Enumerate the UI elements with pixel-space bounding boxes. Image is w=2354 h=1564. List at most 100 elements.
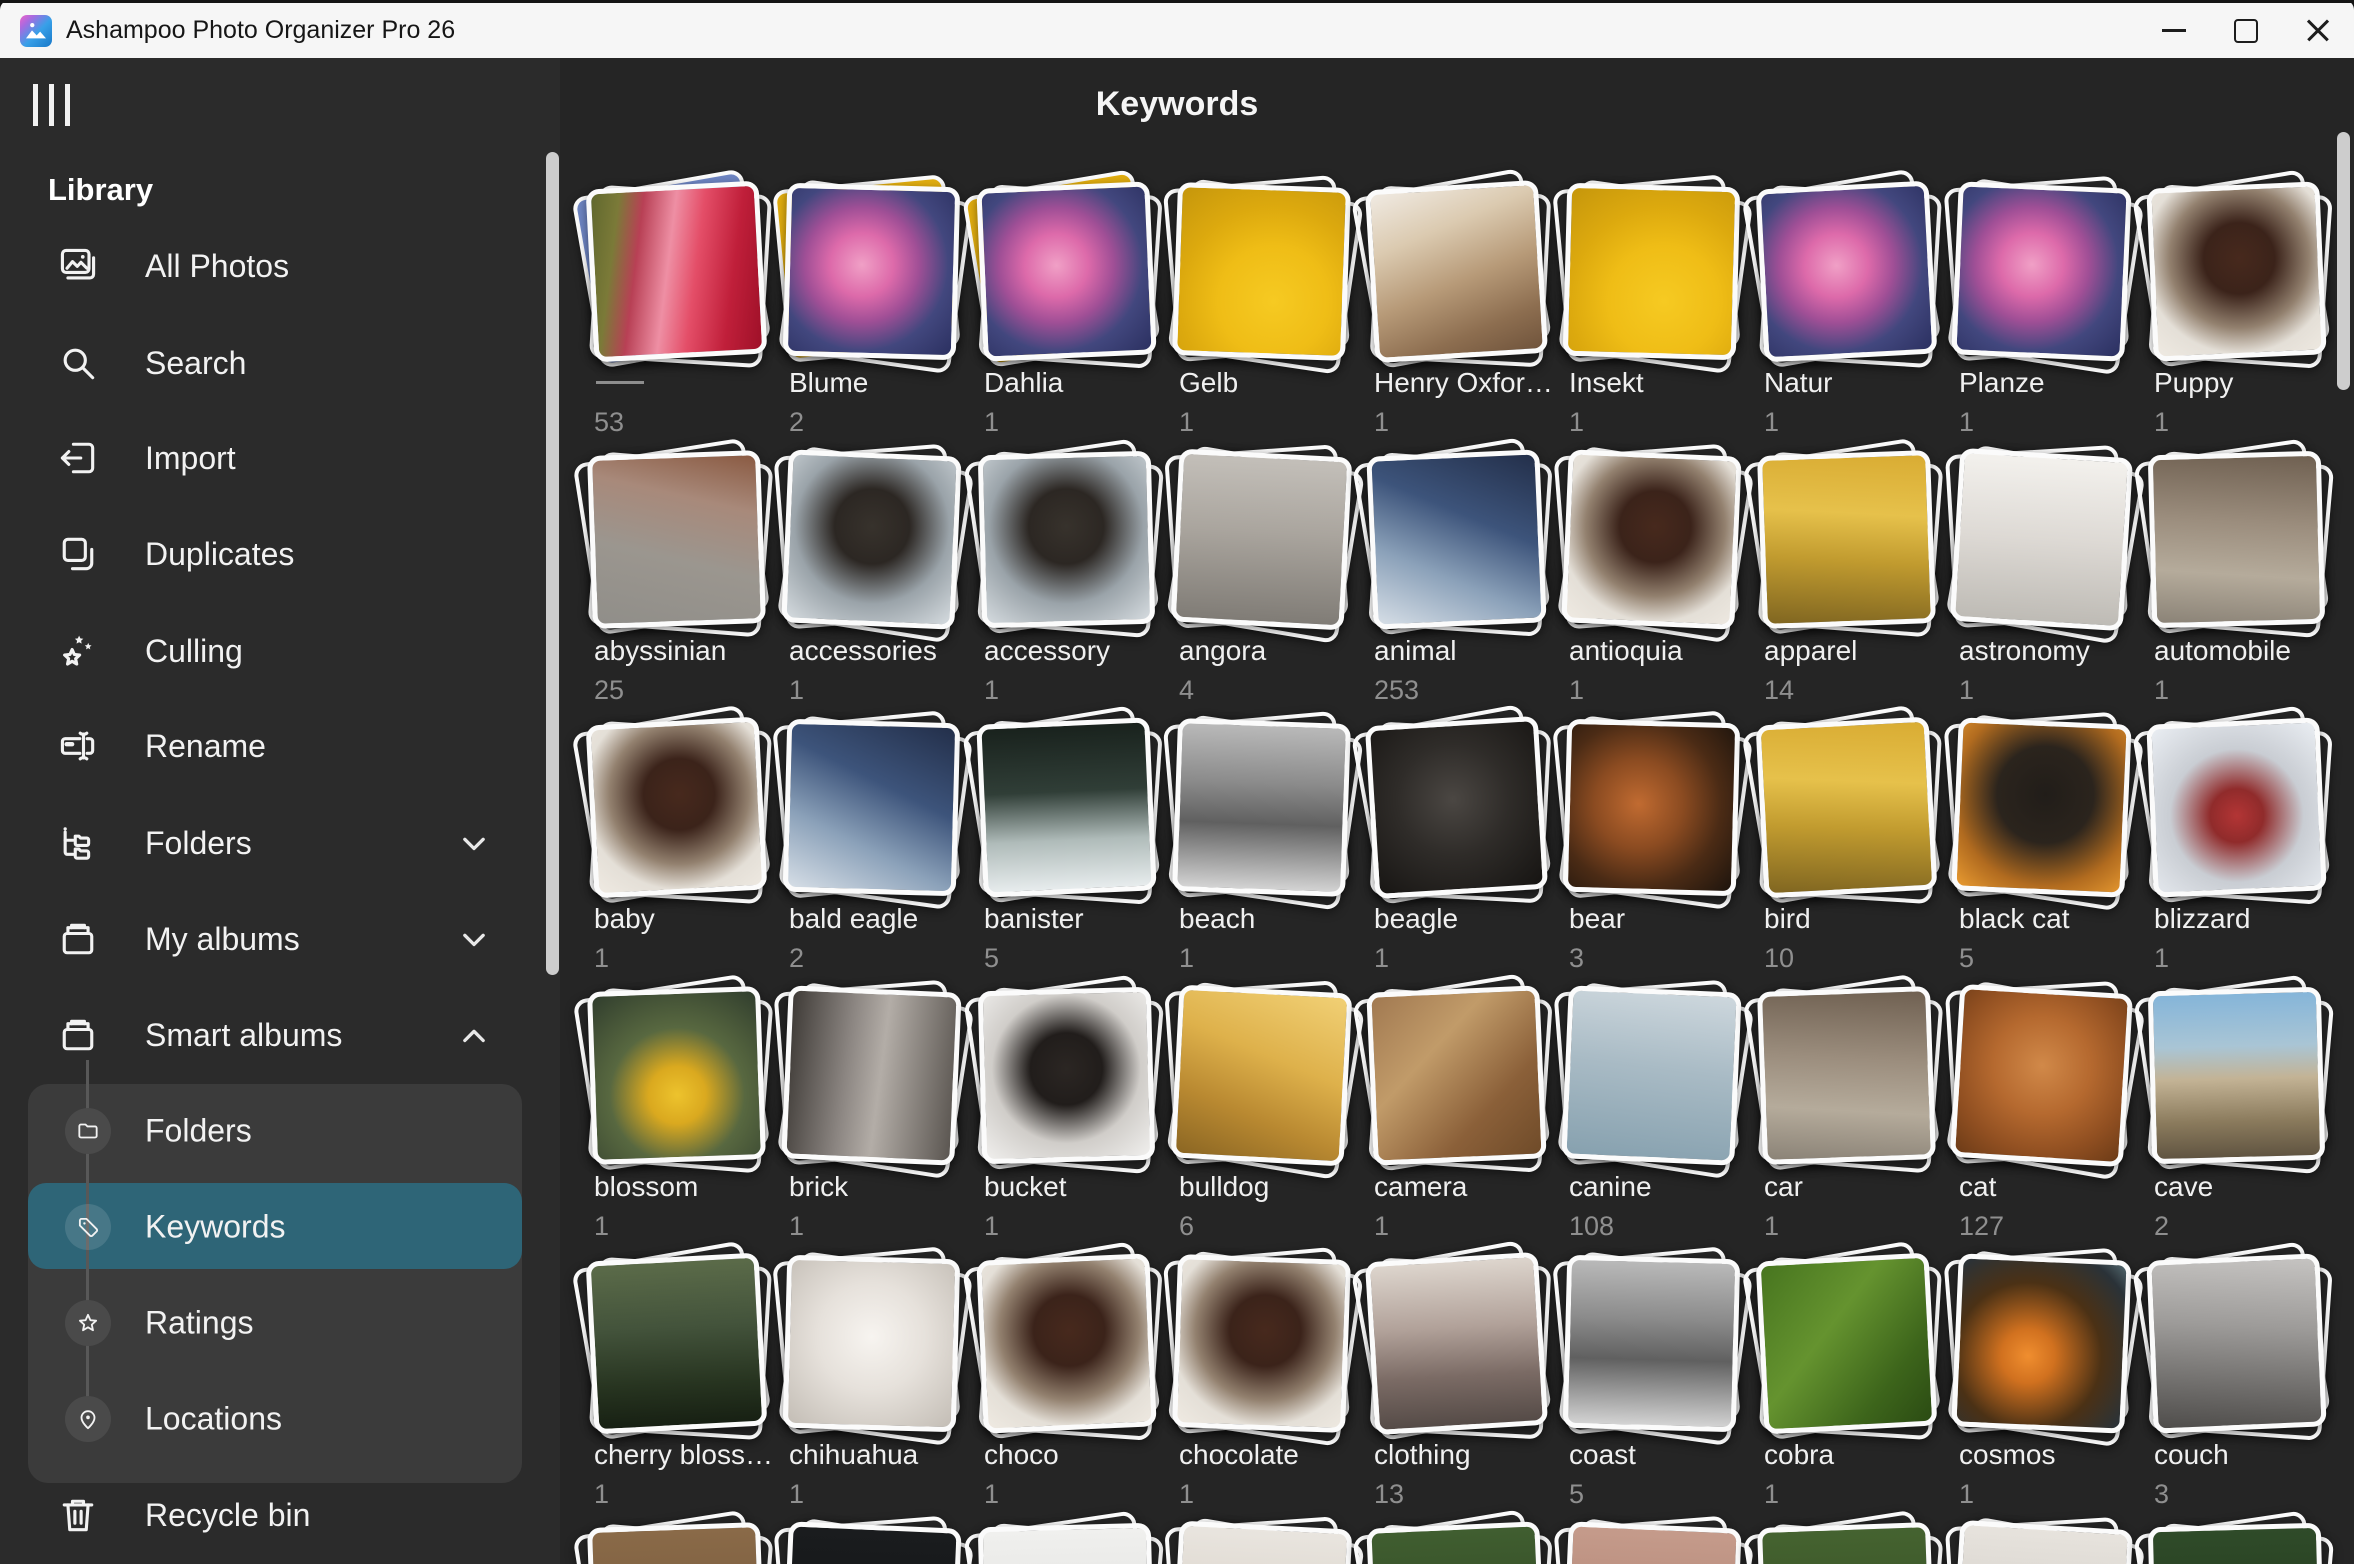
photo-stack: [1760, 1257, 1933, 1430]
sidebar-item-duplicates[interactable]: Duplicates: [0, 522, 540, 586]
keyword-tile[interactable]: cave 2: [2150, 989, 2345, 1257]
keyword-tile[interactable]: [1370, 1525, 1565, 1564]
maximize-button[interactable]: [2210, 3, 2282, 58]
keyword-tile[interactable]: cat 127: [1955, 989, 2150, 1257]
sidebar-item-import[interactable]: Import: [0, 426, 540, 490]
photo-thumbnail: [2148, 987, 2325, 1164]
duplicates-icon: [56, 532, 100, 576]
keyword-tile[interactable]: cosmos 1: [1955, 1257, 2150, 1525]
keyword-label: camera: [1374, 1171, 1467, 1203]
keyword-tile[interactable]: [2150, 1525, 2345, 1564]
photo-thumbnail: [587, 986, 766, 1165]
sidebar-item-culling[interactable]: Culling: [0, 619, 540, 683]
keyword-tile[interactable]: animal 253: [1370, 453, 1565, 721]
keyword-tile[interactable]: Planze 1: [1955, 185, 2150, 453]
sidebar-item-smart-folders[interactable]: Folders: [0, 1099, 540, 1163]
sidebar-item-search[interactable]: Search: [0, 331, 540, 395]
minimize-button[interactable]: [2138, 3, 2210, 58]
keyword-tile[interactable]: 53: [590, 185, 785, 453]
chevron-up-icon[interactable]: [452, 1013, 496, 1057]
photo-stack: [785, 1525, 958, 1564]
keyword-tile[interactable]: [1175, 1525, 1370, 1564]
keyword-tile[interactable]: Dahlia 1: [980, 185, 1175, 453]
photo-stack: [1370, 453, 1543, 626]
photo-stack: [785, 453, 958, 626]
keyword-tile[interactable]: banister 5: [980, 721, 1175, 989]
photo-thumbnail: [978, 451, 1155, 628]
keyword-tile[interactable]: [1955, 1525, 2150, 1564]
photo-stack: [1565, 453, 1738, 626]
keyword-tile[interactable]: [590, 1525, 785, 1564]
keyword-tile[interactable]: bucket 1: [980, 989, 1175, 1257]
keyword-tile[interactable]: abyssinian 25: [590, 453, 785, 721]
keyword-tile[interactable]: clothing 13: [1370, 1257, 1565, 1525]
keyword-count: 5: [984, 943, 999, 974]
keyword-tile[interactable]: [1565, 1525, 1760, 1564]
sidebar-item-rename[interactable]: Rename: [0, 714, 540, 778]
keyword-tile[interactable]: Insekt 1: [1565, 185, 1760, 453]
keyword-tile[interactable]: blossom 1: [590, 989, 785, 1257]
keyword-count: 1: [1179, 1479, 1194, 1510]
keyword-tile[interactable]: apparel 14: [1760, 453, 1955, 721]
sidebar-item-smart-keywords[interactable]: Keywords: [0, 1195, 540, 1259]
keyword-tile[interactable]: bulldog 6: [1175, 989, 1370, 1257]
sidebar-item-my-albums[interactable]: My albums: [0, 907, 540, 971]
sidebar-item-smart-ratings[interactable]: Ratings: [0, 1291, 540, 1355]
chevron-down-icon[interactable]: [452, 917, 496, 961]
keyword-tile[interactable]: car 1: [1760, 989, 1955, 1257]
keyword-tile[interactable]: camera 1: [1370, 989, 1565, 1257]
keyword-tile[interactable]: cherry bloss… 1: [590, 1257, 785, 1525]
keyword-tile[interactable]: automobile 1: [2150, 453, 2345, 721]
close-button[interactable]: [2282, 3, 2354, 58]
keyword-tile[interactable]: angora 4: [1175, 453, 1370, 721]
keyword-tile[interactable]: blizzard 1: [2150, 721, 2345, 989]
keyword-tile[interactable]: Puppy 1: [2150, 185, 2345, 453]
grid-scrollbar-thumb[interactable]: [2337, 132, 2350, 390]
photo-thumbnail: [1563, 183, 1740, 360]
keyword-tile[interactable]: [980, 1525, 1175, 1564]
keyword-tile[interactable]: antioquia 1: [1565, 453, 1760, 721]
keyword-tile[interactable]: beach 1: [1175, 721, 1370, 989]
keyword-tile[interactable]: [785, 1525, 980, 1564]
photo-stack: [590, 989, 763, 1162]
sidebar-item-folders[interactable]: Folders: [0, 811, 540, 875]
keyword-tile[interactable]: chocolate 1: [1175, 1257, 1370, 1525]
sidebar-item-recycle-bin[interactable]: Recycle bin: [0, 1483, 540, 1547]
keyword-tile[interactable]: canine 108: [1565, 989, 1760, 1257]
keyword-tile[interactable]: Gelb 1: [1175, 185, 1370, 453]
keyword-tile[interactable]: brick 1: [785, 989, 980, 1257]
keyword-label: Natur: [1764, 367, 1832, 399]
keyword-tile[interactable]: beagle 1: [1370, 721, 1565, 989]
keyword-tile[interactable]: chihuahua 1: [785, 1257, 980, 1525]
menu-toggle-button[interactable]: [33, 84, 79, 128]
keyword-tile[interactable]: accessory 1: [980, 453, 1175, 721]
keyword-tile[interactable]: Natur 1: [1760, 185, 1955, 453]
trash-icon: [56, 1493, 100, 1537]
chevron-down-icon[interactable]: [452, 821, 496, 865]
keyword-tile[interactable]: accessories 1: [785, 453, 980, 721]
sidebar-item-label: Locations: [145, 1401, 282, 1438]
keyword-tile[interactable]: Henry Oxfor… 1: [1370, 185, 1565, 453]
keyword-tile[interactable]: Blume 2: [785, 185, 980, 453]
keyword-tile[interactable]: coast 5: [1565, 1257, 1760, 1525]
keyword-tile[interactable]: bird 10: [1760, 721, 1955, 989]
sidebar-scrollbar-thumb[interactable]: [546, 152, 559, 975]
keyword-count: 1: [594, 1479, 609, 1510]
photo-thumbnail: [1951, 717, 2131, 897]
keyword-tile[interactable]: choco 1: [980, 1257, 1175, 1525]
keyword-tile[interactable]: black cat 5: [1955, 721, 2150, 989]
keyword-label: Planze: [1959, 367, 2045, 399]
keyword-tile[interactable]: couch 3: [2150, 1257, 2345, 1525]
sidebar-item-smart-locations[interactable]: Locations: [0, 1387, 540, 1451]
photo-thumbnail: [1366, 449, 1546, 629]
keyword-tile[interactable]: [1760, 1525, 1955, 1564]
keyword-tile[interactable]: bear 3: [1565, 721, 1760, 989]
photo-thumbnail: [1561, 985, 1741, 1165]
sidebar-item-smart-albums[interactable]: Smart albums: [0, 1003, 540, 1067]
keyword-tile[interactable]: astronomy 1: [1955, 453, 2150, 721]
photo-stack: [1760, 453, 1933, 626]
keyword-tile[interactable]: cobra 1: [1760, 1257, 1955, 1525]
keyword-tile[interactable]: bald eagle 2: [785, 721, 980, 989]
sidebar-item-all-photos[interactable]: All Photos: [0, 234, 540, 298]
keyword-tile[interactable]: baby 1: [590, 721, 785, 989]
